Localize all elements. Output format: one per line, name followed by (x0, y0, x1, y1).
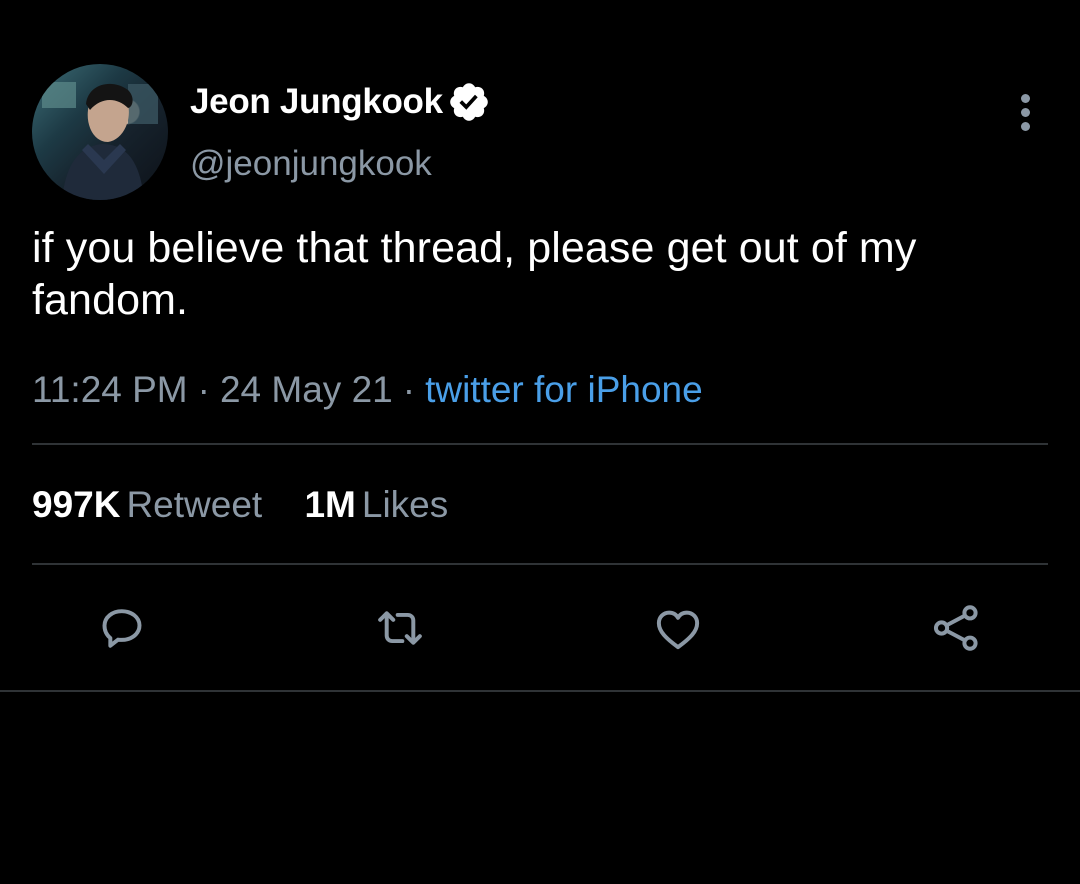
reply-button[interactable] (94, 600, 150, 656)
retweets-label: Retweet (126, 484, 263, 525)
share-button[interactable] (928, 600, 984, 656)
like-button[interactable] (650, 600, 706, 656)
more-dot (1020, 108, 1030, 117)
speech-bubble-icon (102, 609, 142, 648)
tweet-stats: 997K Retweet 1M Likes (32, 480, 480, 530)
retweets-count: 997K (32, 484, 121, 525)
avatar-photo-icon (42, 82, 158, 200)
display-name[interactable]: Jeon Jungkook (190, 82, 443, 122)
tweet-source-link[interactable]: twitter for iPhone (425, 369, 703, 410)
share-nodes-icon (933, 605, 978, 651)
more-dot (1020, 122, 1030, 131)
meta-separator: · (402, 369, 416, 410)
divider (32, 443, 1048, 445)
divider (32, 563, 1048, 565)
heart-icon (656, 610, 700, 650)
tweet-date: 24 May 21 (219, 369, 393, 410)
tweet-detail: Jeon Jungkook @jeonjungkook if you belie… (0, 0, 1080, 884)
retweets-stat[interactable]: 997K Retweet (32, 480, 262, 530)
tweet-text: if you believe that thread, please get o… (32, 224, 917, 324)
tweet-time: 11:24 PM (32, 369, 188, 410)
retweet-button[interactable] (372, 600, 428, 656)
more-options-icon[interactable] (1010, 90, 1040, 140)
avatar[interactable] (32, 64, 168, 200)
tweet-header: Jeon Jungkook @jeonjungkook (32, 64, 1048, 200)
meta-separator: · (197, 369, 210, 410)
verified-badge-icon (450, 83, 488, 121)
tweet-meta: 11:24 PM · 24 May 21 · twitter for iPhone (32, 366, 703, 414)
display-name-row: Jeon Jungkook (190, 80, 491, 124)
action-bar (0, 600, 1080, 656)
likes-stat[interactable]: 1M Likes (304, 480, 448, 530)
retweet-icon (378, 611, 422, 645)
more-dot (1020, 94, 1030, 103)
divider (0, 690, 1080, 692)
likes-label: Likes (361, 484, 449, 525)
user-handle[interactable]: @jeonjungkook (190, 144, 491, 184)
likes-count: 1M (304, 484, 356, 525)
user-names: Jeon Jungkook @jeonjungkook (190, 80, 491, 184)
